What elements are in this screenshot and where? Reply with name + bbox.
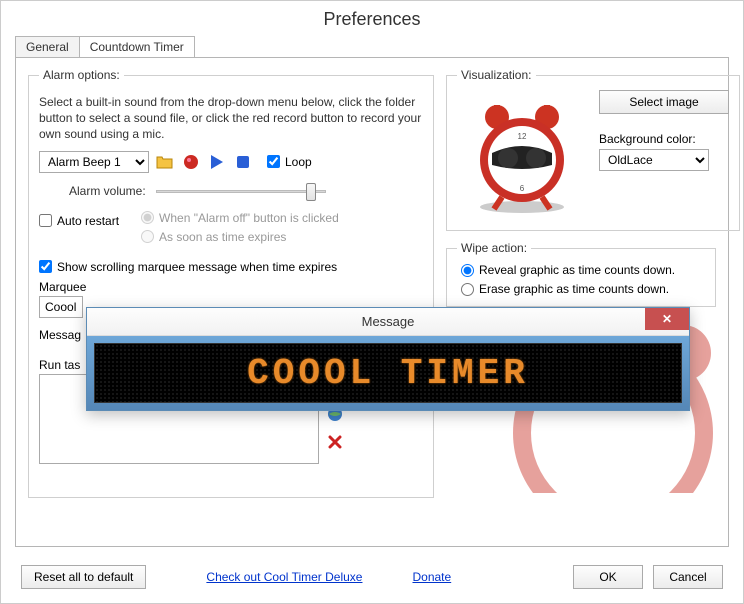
visualization-legend: Visualization:	[457, 68, 536, 82]
wipe-action-legend: Wipe action:	[457, 241, 531, 255]
erase-graphic-radio[interactable]	[461, 283, 474, 296]
delete-icon[interactable]	[325, 432, 345, 452]
erase-graphic-label: Erase graphic as time counts down.	[479, 282, 669, 296]
auto-restart-label: Auto restart	[57, 214, 119, 228]
alarm-sound-select[interactable]: Alarm Beep 1	[39, 151, 149, 173]
svg-text:12: 12	[518, 132, 527, 141]
marquee-display: COOOL TIMER	[94, 343, 682, 403]
visualization-preview: 12 6	[457, 90, 587, 220]
svg-text:6: 6	[520, 184, 525, 193]
donate-link[interactable]: Donate	[412, 570, 451, 584]
reset-all-button[interactable]: Reset all to default	[21, 565, 146, 589]
alarm-options-legend: Alarm options:	[39, 68, 124, 82]
window-title: Preferences	[1, 1, 743, 36]
marquee-message-label: Marquee	[39, 280, 75, 294]
record-icon[interactable]	[181, 152, 201, 172]
when-alarm-off-label: When "Alarm off" button is clicked	[159, 211, 339, 225]
reveal-graphic-radio[interactable]	[461, 264, 474, 277]
stop-icon[interactable]	[233, 152, 253, 172]
ok-button[interactable]: OK	[573, 565, 643, 589]
tab-countdown-timer[interactable]: Countdown Timer	[79, 36, 195, 57]
as-soon-expires-label: As soon as time expires	[159, 230, 286, 244]
deluxe-link[interactable]: Check out Cool Timer Deluxe	[206, 570, 362, 584]
select-image-button[interactable]: Select image	[599, 90, 729, 114]
tab-general[interactable]: General	[15, 36, 80, 57]
alarm-volume-label: Alarm volume:	[69, 184, 146, 198]
loop-label: Loop	[285, 155, 312, 169]
reveal-graphic-label: Reveal graphic as time counts down.	[479, 263, 675, 277]
as-soon-expires-radio	[141, 230, 154, 243]
message-dialog-title: Message	[87, 314, 689, 329]
visualization-group: Visualization: 12 6	[446, 68, 740, 231]
auto-restart-checkbox[interactable]	[39, 214, 52, 227]
play-icon[interactable]	[207, 152, 227, 172]
close-icon[interactable]: ✕	[645, 308, 689, 330]
wipe-action-group: Wipe action: Reveal graphic as time coun…	[446, 241, 716, 307]
alarm-volume-slider[interactable]	[156, 181, 326, 201]
folder-icon[interactable]	[155, 152, 175, 172]
message-dialog: Message ✕ COOOL TIMER	[86, 307, 690, 411]
background-color-label: Background color:	[599, 132, 729, 146]
marquee-text-input[interactable]	[39, 296, 83, 318]
alarm-instructions: Select a built-in sound from the drop-do…	[39, 94, 423, 143]
when-alarm-off-radio	[141, 211, 154, 224]
show-marquee-checkbox[interactable]	[39, 260, 52, 273]
alarm-options-group: Alarm options: Select a built-in sound f…	[28, 68, 434, 498]
cancel-button[interactable]: Cancel	[653, 565, 723, 589]
show-marquee-label: Show scrolling marquee message when time…	[57, 260, 337, 274]
run-task-label: Run tas	[39, 358, 75, 372]
background-color-select[interactable]: OldLace	[599, 149, 709, 171]
message-font-label: Messag	[39, 328, 75, 342]
loop-checkbox[interactable]	[267, 155, 280, 168]
